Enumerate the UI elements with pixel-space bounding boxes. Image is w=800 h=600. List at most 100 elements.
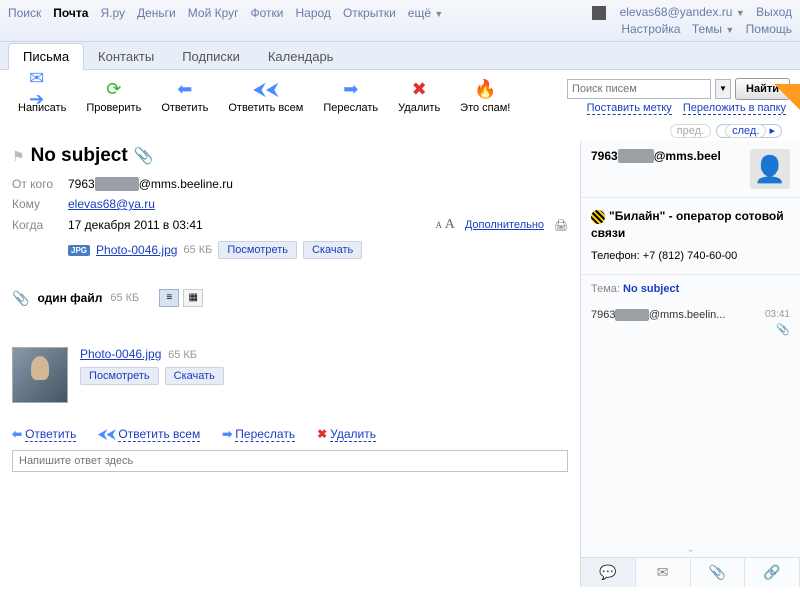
- tab-mail[interactable]: Письма: [8, 43, 84, 70]
- reply-all-arrow-icon: ⮜⮜: [98, 427, 115, 441]
- font-size-toggle[interactable]: A A: [435, 217, 454, 233]
- next-msg[interactable]: след. ▸: [716, 124, 782, 138]
- thread-clip-icon: 📎: [591, 323, 790, 336]
- check-button[interactable]: ⟳Проверить: [78, 76, 149, 116]
- move-folder-link[interactable]: Переложить в папку: [683, 102, 786, 115]
- nav-fotki[interactable]: Фотки: [251, 6, 284, 20]
- user-menu[interactable]: elevas68@yandex.ru ▼: [620, 5, 745, 19]
- tab-subscriptions[interactable]: Подписки: [168, 44, 254, 69]
- thread-panel: Тема: No subject 7963XXXX@mms.beelin... …: [581, 275, 800, 542]
- quick-reply-input[interactable]: [12, 450, 568, 472]
- forward-arrow-icon: ➡: [222, 427, 232, 441]
- delete-x-icon: ✖: [317, 427, 327, 441]
- flag-icon[interactable]: ⚑: [12, 148, 25, 165]
- toolbar: ✉➔Написать ⟳Проверить ⬅Ответить ⮜⮜Ответи…: [0, 70, 800, 122]
- attachment-icon: 📎: [134, 146, 154, 166]
- logout-link[interactable]: Выход: [756, 5, 792, 19]
- thread-item[interactable]: 7963XXXX@mms.beelin... 03:41: [591, 309, 790, 321]
- forward-button[interactable]: ➡Переслать: [315, 76, 386, 116]
- settings-link[interactable]: Настройка: [621, 22, 680, 36]
- when-label: Когда: [12, 218, 68, 232]
- nav-yaru[interactable]: Я.ру: [100, 6, 125, 20]
- files-count: один файл: [37, 291, 102, 305]
- prev-msg[interactable]: пред.: [670, 124, 711, 138]
- nav-search[interactable]: Поиск: [8, 6, 41, 20]
- action-reply[interactable]: Ответить: [25, 427, 76, 442]
- expand-icon[interactable]: ⌄: [581, 542, 800, 557]
- tab-contacts[interactable]: Контакты: [84, 44, 168, 69]
- when-value: 17 декабря 2011 в 03:41: [68, 218, 203, 232]
- top-nav-right: elevas68@yandex.ru ▼ Выход Настройка Тем…: [592, 4, 792, 38]
- files-section: 📎 один файл 65 КБ ≡ ▦: [12, 289, 568, 307]
- top-nav: Поиск Почта Я.ру Деньги Мой Круг Фотки Н…: [0, 0, 800, 42]
- tabs-bar: Письма Контакты Подписки Календарь: [0, 42, 800, 70]
- set-label-link[interactable]: Поставить метку: [587, 102, 672, 115]
- theme-label: Тема:: [591, 283, 620, 295]
- nav-cards[interactable]: Открытки: [343, 6, 396, 20]
- avatar-icon: [592, 6, 606, 20]
- search-input[interactable]: [567, 79, 711, 99]
- action-delete[interactable]: Удалить: [330, 427, 376, 442]
- to-value[interactable]: elevas68@ya.ru: [68, 197, 155, 211]
- card-title: "Билайн" - оператор сотовой связи: [591, 209, 784, 240]
- side-pane: 7963XXXX@mms.beel 👤 "Билайн" - оператор …: [580, 141, 800, 587]
- file-name[interactable]: Photo-0046.jpg: [80, 347, 161, 361]
- side-sender: 7963XXXX@mms.beel: [591, 149, 742, 163]
- file-download-button[interactable]: Скачать: [165, 367, 224, 385]
- foot-link-icon[interactable]: 🔗: [745, 558, 800, 587]
- jpg-badge-icon: JPG: [68, 245, 90, 256]
- delete-button[interactable]: ✖Удалить: [390, 76, 448, 116]
- nav-mail[interactable]: Почта: [53, 6, 88, 20]
- clip-icon: 📎: [12, 290, 29, 307]
- pager: пред. след. ▸: [0, 122, 800, 141]
- action-reply-all[interactable]: Ответить всем: [118, 427, 200, 442]
- help-link[interactable]: Помощь: [746, 22, 792, 36]
- nav-more[interactable]: ещё ▼: [408, 6, 444, 20]
- attachment-name[interactable]: Photo-0046.jpg: [96, 243, 177, 257]
- compose-button[interactable]: ✉➔Написать: [10, 76, 74, 116]
- phone-value: +7 (812) 740-60-00: [643, 250, 737, 262]
- sender-avatar: 👤: [750, 149, 790, 189]
- beeline-icon: [591, 210, 605, 224]
- phone-label: Телефон:: [591, 250, 640, 262]
- nav-narod[interactable]: Народ: [296, 6, 331, 20]
- thread-sender: 7963XXXX@mms.beelin...: [591, 309, 725, 321]
- side-footer: 💬 ✉ 📎 🔗: [581, 557, 800, 587]
- main-area: ⚑ No subject 📎 От кого 7963XXXXX@mms.bee…: [0, 141, 800, 587]
- foot-chat-icon[interactable]: 💬: [581, 558, 636, 587]
- nav-moikrug[interactable]: Мой Круг: [188, 6, 239, 20]
- spam-button[interactable]: 🔥Это спам!: [452, 76, 518, 116]
- from-label: От кого: [12, 177, 68, 191]
- nav-money[interactable]: Деньги: [137, 6, 176, 20]
- view-attachment-button[interactable]: Посмотреть: [218, 241, 297, 259]
- subject: No subject: [31, 145, 128, 167]
- reply-all-button[interactable]: ⮜⮜Ответить всем: [220, 76, 311, 116]
- download-attachment-button[interactable]: Скачать: [303, 241, 362, 259]
- files-total-size: 65 КБ: [110, 292, 139, 304]
- top-nav-left: Поиск Почта Я.ру Деньги Мой Круг Фотки Н…: [8, 4, 443, 20]
- file-size: 65 КБ: [168, 349, 197, 361]
- attachment-size: 65 КБ: [183, 244, 212, 256]
- file-thumbnail[interactable]: [12, 347, 68, 403]
- from-value: 7963XXXXX@mms.beeline.ru: [68, 177, 233, 191]
- file-view-button[interactable]: Посмотреть: [80, 367, 159, 385]
- file-card: Photo-0046.jpg 65 КБ Посмотреть Скачать: [12, 347, 568, 403]
- reply-button[interactable]: ⬅Ответить: [153, 76, 216, 116]
- message-pane: ⚑ No subject 📎 От кого 7963XXXXX@mms.bee…: [0, 141, 580, 587]
- message-actions: ⬅Ответить ⮜⮜Ответить всем ➡Переслать ✖Уд…: [12, 427, 568, 442]
- foot-attach-icon[interactable]: 📎: [691, 558, 746, 587]
- tab-calendar[interactable]: Календарь: [254, 44, 348, 69]
- thread-time: 03:41: [765, 309, 790, 321]
- extra-link[interactable]: Дополнительно: [465, 219, 544, 231]
- attachment-inline: JPG Photo-0046.jpg 65 КБ Посмотреть Скач…: [68, 241, 568, 259]
- sender-card: "Билайн" - оператор сотовой связи Телефо…: [581, 198, 800, 275]
- foot-mail-icon[interactable]: ✉: [636, 558, 691, 587]
- theme-value[interactable]: No subject: [623, 283, 679, 295]
- print-icon[interactable]: 🖨: [554, 219, 568, 232]
- themes-link[interactable]: Темы ▼: [692, 22, 734, 36]
- corner-fold-icon: [774, 84, 800, 110]
- search-dropdown[interactable]: ▼: [715, 79, 731, 99]
- view-grid-button[interactable]: ▦: [183, 289, 203, 307]
- view-list-button[interactable]: ≡: [159, 289, 179, 307]
- action-forward[interactable]: Переслать: [235, 427, 295, 442]
